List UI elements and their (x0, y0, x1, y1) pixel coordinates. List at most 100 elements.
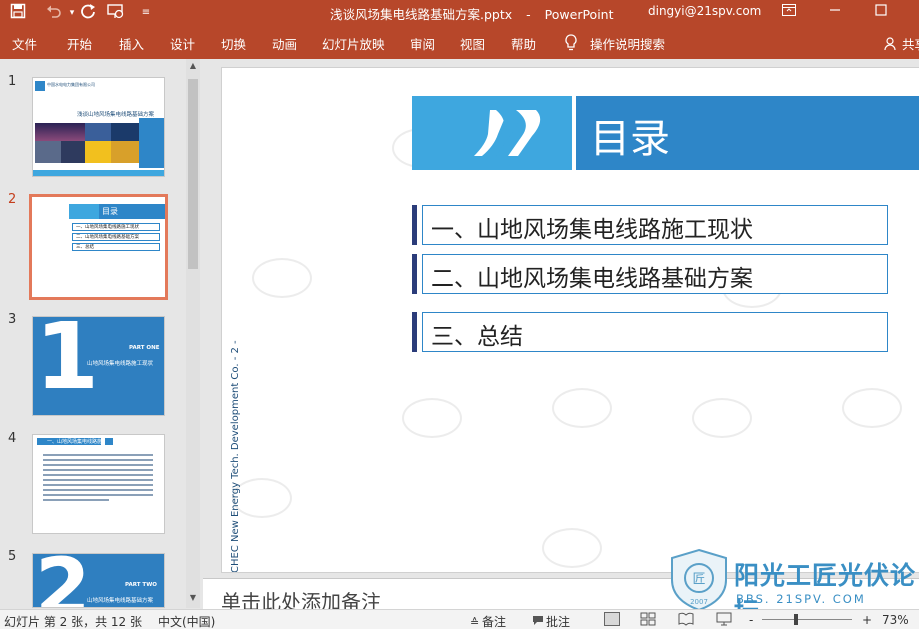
tab-transitions[interactable]: 切换 (221, 34, 246, 53)
company-logo (412, 96, 572, 170)
toc-item-marker (412, 312, 417, 352)
logo-icon (105, 438, 113, 445)
slide-thumbnail-4[interactable]: 一、山地风场集电线路施工现状 (32, 434, 165, 534)
tab-help[interactable]: 帮助 (511, 34, 536, 53)
scrollbar-thumb[interactable] (188, 79, 198, 269)
reading-view-icon[interactable] (678, 612, 694, 626)
title-banner: 目录 (412, 96, 919, 170)
thumbnail-number: 5 (8, 549, 17, 564)
redo-icon[interactable] (78, 3, 98, 23)
thumbnail-number: 2 (8, 192, 17, 207)
account-name[interactable]: dingyi@21spv.com (648, 4, 761, 18)
thumb5-part: PART TWO (125, 582, 157, 588)
zoom-slider[interactable] (762, 619, 852, 620)
tab-home[interactable]: 开始 (67, 34, 92, 53)
toc-item-text: 三、总结 (431, 324, 523, 350)
comment-icon (532, 615, 546, 629)
tell-me-search[interactable]: 操作说明搜索 (590, 34, 665, 53)
file-name: 浅谈风场集电线路基础方案.pptx (330, 7, 513, 22)
zoom-slider-handle[interactable] (794, 614, 798, 625)
current-slide[interactable]: 目录 一、山地风场集电线路施工现状 二、山地风场集电线路基础方案 三、总结 CH… (221, 67, 919, 573)
watermark-logo (402, 398, 462, 438)
thumb1-title: 浅谈山地风场集电线路基础方案 (77, 112, 155, 118)
slide-sorter-view-icon[interactable] (640, 612, 656, 626)
vertical-footer-text: CHEC New Energy Tech. Development Co. - … (230, 340, 241, 573)
watermark-logo (232, 478, 292, 518)
comments-label: 批注 (546, 615, 571, 629)
title-separator: - (526, 7, 531, 22)
window-title: 浅谈风场集电线路基础方案.pptx - PowerPoint (330, 4, 628, 23)
tab-file[interactable]: 文件 (12, 34, 37, 53)
tab-review[interactable]: 审阅 (410, 34, 435, 53)
logo-icon (474, 110, 541, 156)
thumb2-item: 三、总结 (72, 243, 160, 251)
watermark-logo (552, 388, 612, 428)
person-icon (884, 37, 896, 51)
undo-icon[interactable] (44, 3, 64, 23)
toc-item-text: 一、山地风场集电线路施工现状 (431, 217, 753, 243)
share-label: 共享 (901, 37, 919, 52)
notes-icon: ≙ (470, 616, 480, 629)
slide-counter: 幻灯片 第 2 张，共 12 张 (4, 615, 142, 629)
slide-show-view-icon[interactable] (716, 612, 732, 626)
toc-item-text: 二、山地风场集电线路基础方案 (431, 266, 753, 292)
forum-watermark: 匠 2007 阳光工匠光伏论坛 BBS. 21SPV. COM (668, 548, 919, 626)
thumbnail-scrollbar[interactable]: ▲ ▼ (186, 59, 200, 608)
zoom-in-button[interactable]: + (862, 613, 872, 627)
tab-insert[interactable]: 插入 (119, 34, 144, 53)
scroll-down-icon[interactable]: ▼ (188, 593, 198, 602)
tab-view[interactable]: 视图 (460, 34, 485, 53)
thumb4-text-block (43, 451, 153, 529)
photo-collage (35, 123, 139, 163)
shield-logo-icon: 匠 2007 (671, 548, 727, 612)
thumb2-item: 一、山地风场集电线路施工现状 (72, 223, 160, 231)
tab-design[interactable]: 设计 (170, 34, 195, 53)
slide-edit-area: 目录 一、山地风场集电线路施工现状 二、山地风场集电线路基础方案 三、总结 CH… (203, 59, 919, 574)
slide-title[interactable]: 目录 (590, 106, 670, 164)
thumb3-part: PART ONE (129, 345, 160, 351)
watermark-logo (842, 388, 902, 428)
ribbon-tabs: 文件 开始 插入 设计 切换 动画 幻灯片放映 审阅 视图 帮助 操作说明搜索 … (0, 26, 919, 59)
tab-animations[interactable]: 动画 (272, 34, 297, 53)
save-icon[interactable] (8, 3, 28, 23)
slide-thumbnail-5[interactable]: 2 PART TWO 山地风场集电线路基础方案 (32, 553, 165, 608)
app-name: PowerPoint (544, 7, 614, 22)
maximize-icon[interactable] (870, 2, 892, 24)
thumb2-item: 二、山地风场集电线路基础方案 (72, 233, 160, 241)
thumbnail-number: 1 (8, 74, 17, 89)
toc-item-2[interactable]: 二、山地风场集电线路基础方案 (412, 254, 888, 294)
scroll-up-icon[interactable]: ▲ (188, 61, 198, 70)
normal-view-icon[interactable] (604, 612, 620, 626)
slide-thumbnail-2[interactable]: 目录 一、山地风场集电线路施工现状 二、山地风场集电线路基础方案 三、总结 (29, 194, 168, 300)
svg-text:匠: 匠 (692, 572, 705, 587)
notes-toggle[interactable]: ≙ 备注 (470, 613, 506, 629)
zoom-level[interactable]: 73% (882, 613, 909, 627)
toc-item-1[interactable]: 一、山地风场集电线路施工现状 (412, 205, 888, 245)
toc-item-3[interactable]: 三、总结 (412, 312, 888, 352)
customize-toolbar-icon[interactable]: ≡ (136, 3, 156, 23)
tab-slide-show[interactable]: 幻灯片放映 (322, 34, 385, 53)
slide-thumbnail-3[interactable]: 1 PART ONE 山地风场集电线路施工现状 (32, 316, 165, 416)
slide-thumbnail-1[interactable]: 中国水电电力集团有限公司 浅谈山地风场集电线路基础方案 (32, 77, 165, 177)
zoom-out-button[interactable]: - (749, 613, 753, 627)
slide-thumbnail-pane: 1 2 3 4 5 中国水电电力集团有限公司 浅谈山地风场集电线路基础方案 目录… (0, 59, 203, 608)
minimize-icon[interactable] (824, 2, 846, 24)
svg-text:2007: 2007 (690, 598, 708, 606)
watermark-logo (542, 528, 602, 568)
toc-item-marker (412, 205, 417, 245)
title-bar: ▾ ≡ 浅谈风场集电线路基础方案.pptx - PowerPoint dingyi@… (0, 0, 919, 26)
toc-item-marker (412, 254, 417, 294)
present-from-start-icon[interactable] (106, 3, 126, 23)
thumbnail-number: 4 (8, 431, 17, 446)
lightbulb-icon (565, 34, 577, 51)
thumb3-subtitle: 山地风场集电线路施工现状 (87, 361, 154, 367)
ribbon-display-options-icon[interactable] (778, 2, 800, 24)
forum-url: BBS. 21SPV. COM (736, 592, 866, 606)
share-button[interactable]: 共享 (884, 34, 919, 53)
language-indicator[interactable]: 中文(中国) (158, 613, 215, 629)
comments-toggle[interactable]: 批注 (532, 613, 570, 629)
thumbnail-number: 3 (8, 312, 17, 327)
watermark-logo (692, 398, 752, 438)
banner-separator (572, 96, 576, 170)
logo-icon (35, 81, 45, 91)
